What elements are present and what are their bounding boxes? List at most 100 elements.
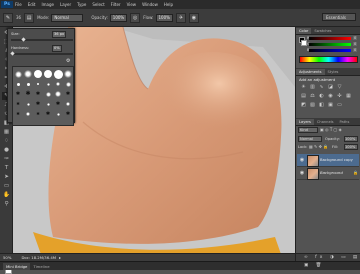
workspace-dropdown[interactable]: Essentials [322,13,356,21]
lock-icons[interactable]: ▦ ✎ ✥ 🔒 [309,144,328,149]
menu-type[interactable]: Type [77,2,86,7]
brush-tip-preview[interactable] [53,69,63,79]
black-white-icon[interactable]: ◐ [318,93,325,100]
layer-filter-kind-select[interactable]: Kind [298,127,318,133]
brush-tip-preview[interactable] [64,70,72,78]
brush-tip-preview[interactable] [37,83,39,85]
brush-tip-preview[interactable] [16,82,20,86]
blur-tool-icon[interactable]: ♢ [2,137,11,145]
photo-filter-icon[interactable]: ◉ [327,93,334,100]
brush-tip-preview[interactable]: ✱ [56,100,60,108]
menu-layer[interactable]: Layer [60,2,71,7]
zoom-tool-icon[interactable]: ⚲ [2,200,11,208]
gradient-tool-icon[interactable]: ▦ [2,128,11,136]
brush-panel-toggle-icon[interactable]: ▤ [24,12,35,23]
layer-name[interactable]: Background copy [320,157,353,162]
tab-color[interactable]: Color [296,28,312,34]
pressure-opacity-icon[interactable]: ◎ [130,12,141,23]
airbrush-icon[interactable]: ✈ [175,12,186,23]
layer-row-background[interactable]: ◉ Background 🔒 [297,167,359,180]
brush-tip-preview[interactable]: ✱ [46,110,50,118]
zoom-level[interactable]: 50% [3,255,11,260]
brush-tip-preview[interactable]: ✱ [25,90,30,98]
layer-opacity-field[interactable]: 100% [344,136,358,142]
brush-tip-preview[interactable] [26,102,30,106]
brush-tip-preview[interactable] [56,82,60,86]
brush-tip-preview[interactable] [24,70,32,78]
brush-tips-grid[interactable]: ✱ ✱ ✱ ✱ ✱ ✱ ✱ ✱ ✱ ✱ ✱ [12,66,74,126]
exposure-icon[interactable]: ◪ [327,84,334,91]
brush-tip-preview[interactable] [14,70,22,78]
channel-mixer-icon[interactable]: ✣ [336,93,343,100]
hand-tool-icon[interactable]: ✋ [2,191,11,199]
layer-visibility-eye-icon[interactable]: ◉ [299,170,305,176]
mode-select[interactable]: Normal [51,13,84,22]
b-field[interactable]: 0 [353,48,358,52]
tab-adjustments[interactable]: Adjustments [296,69,325,75]
menu-view[interactable]: View [127,2,137,7]
threshold-icon[interactable]: ◧ [318,102,325,109]
fill-field[interactable]: 100% [344,144,358,150]
brush-tip-preview[interactable] [34,70,42,78]
brush-size-value[interactable]: 36 [16,15,21,20]
layer-filter-icons[interactable]: ▣ ◎ T ▢ ◈ [320,127,342,132]
brush-tip-preview[interactable]: ✱ [16,100,19,108]
curves-icon[interactable]: ∿ [318,84,325,91]
pen-tool-icon[interactable]: ✑ [2,155,11,163]
tab-swatches[interactable]: Swatches [311,28,334,34]
opacity-field[interactable]: 100% [109,13,128,22]
brush-tip-preview[interactable]: ✱ [36,90,40,98]
blend-mode-select[interactable]: Normal [298,136,322,142]
tab-timeline[interactable]: Timeline [33,264,49,269]
path-select-tool-icon[interactable]: ➤ [2,173,11,181]
layers-footer-buttons[interactable]: ∞ fx ◑ ▭ ▤ ▣ 🗑 [296,253,360,268]
brush-tip-preview[interactable]: ✱ [36,100,40,108]
r-field[interactable]: 0 [353,36,358,40]
brush-hardness-slider[interactable] [11,53,73,55]
pressure-size-icon[interactable]: ◉ [188,12,199,23]
tab-layers[interactable]: Layers [296,119,314,125]
brush-tip-preview[interactable]: ✱ [16,90,20,98]
color-spectrum-bar[interactable] [299,56,358,63]
menu-select[interactable]: Select [92,2,104,7]
brush-tip-preview[interactable] [66,102,70,106]
brush-tip-preview[interactable] [56,112,60,116]
vibrance-icon[interactable]: ▽ [336,84,343,91]
menu-file[interactable]: File [15,2,22,7]
brush-tip-preview[interactable] [46,82,50,86]
gradient-map-icon[interactable]: ▭ [336,102,343,109]
brush-tip-preview[interactable] [65,81,71,87]
brightness-contrast-icon[interactable]: ☀ [300,84,307,91]
menu-help[interactable]: Help [164,2,173,7]
brush-tip-preview[interactable] [26,82,30,86]
brush-tip-preview[interactable] [26,112,30,116]
shape-tool-icon[interactable]: ▭ [2,182,11,190]
hue-saturation-icon[interactable]: ▤ [300,93,307,100]
brush-tip-preview[interactable]: ✱ [66,90,70,98]
flow-field[interactable]: 100% [155,13,173,22]
brush-tip-preview[interactable]: ✱ [16,110,19,118]
tab-paths[interactable]: Paths [337,119,353,125]
menu-window[interactable]: Window [142,2,158,7]
selective-color-icon[interactable]: ▣ [327,102,334,109]
brush-tip-preview[interactable]: ✱ [66,110,70,118]
type-tool-icon[interactable]: T [2,164,11,172]
brush-hardness-field[interactable]: 0% [52,45,62,52]
tab-channels[interactable]: Channels [314,119,337,125]
b-slider[interactable] [309,49,351,52]
color-balance-icon[interactable]: ⚖ [309,93,316,100]
tab-styles[interactable]: Styles [325,69,342,75]
r-slider[interactable] [309,37,351,40]
posterize-icon[interactable]: ▧ [309,102,316,109]
brush-panel-gear-icon[interactable]: ⚙ [66,58,70,64]
invert-icon[interactable]: ◩ [300,102,307,109]
brush-size-field[interactable]: 36 px [52,31,67,38]
status-menu-arrow-icon[interactable]: ▸ [59,255,61,260]
g-slider[interactable] [309,43,351,46]
color-lookup-icon[interactable]: ▦ [345,93,352,100]
g-field[interactable]: 0 [353,42,358,46]
levels-icon[interactable]: ▥ [309,84,316,91]
menu-image[interactable]: Image [41,2,54,7]
brush-tool-preset-icon[interactable]: ✎ [3,12,13,23]
layer-visibility-eye-icon[interactable]: ◉ [299,157,305,163]
